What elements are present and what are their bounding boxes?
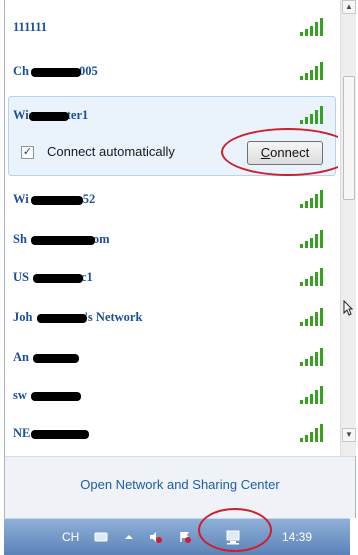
signal-strength-icon <box>300 308 326 326</box>
redaction-mark <box>31 236 95 245</box>
action-center-icon[interactable] <box>178 530 192 544</box>
signal-strength-icon <box>300 62 326 80</box>
signal-strength-icon <box>300 268 326 286</box>
redaction-mark <box>31 430 89 439</box>
mouse-cursor-icon <box>343 300 353 316</box>
signal-strength-icon <box>300 190 326 208</box>
network-item[interactable]: Joh's Network <box>5 298 338 336</box>
input-language-indicator[interactable]: CH <box>62 530 79 544</box>
network-name: sw <box>13 388 27 402</box>
redaction-mark <box>33 354 79 363</box>
redaction-mark <box>29 112 69 121</box>
redaction-mark <box>31 196 83 205</box>
signal-strength-icon <box>300 386 326 404</box>
network-name: An <box>13 350 29 364</box>
scroll-up-arrow-icon[interactable]: ▲ <box>342 0 356 14</box>
taskbar: CH 14:39 <box>4 518 350 555</box>
show-hidden-icons-icon[interactable] <box>122 530 136 544</box>
network-name: 111111 <box>13 20 48 34</box>
redaction-mark <box>37 314 87 323</box>
redaction-mark <box>33 274 83 283</box>
signal-strength-icon <box>300 18 326 36</box>
network-item[interactable]: NE <box>5 414 338 452</box>
network-item[interactable]: sw <box>5 376 338 414</box>
volume-muted-icon[interactable] <box>148 530 162 544</box>
keyboard-icon[interactable] <box>94 530 108 544</box>
network-item[interactable]: Wi 52 <box>5 180 338 218</box>
clock[interactable]: 14:39 <box>282 530 312 544</box>
network-item[interactable]: Ch 005 <box>5 52 338 90</box>
redaction-mark <box>31 68 81 77</box>
auto-connect-checkbox[interactable]: ✓ <box>21 146 34 159</box>
network-list: 111111 Ch 005 Wi ter1 ✓ Connect automatica… <box>5 0 338 456</box>
signal-strength-icon <box>300 424 326 442</box>
network-name: NE <box>13 426 31 440</box>
auto-connect-label: Connect automatically <box>47 144 175 159</box>
redaction-mark <box>31 392 81 401</box>
signal-strength-icon <box>300 348 326 366</box>
signal-strength-icon <box>300 230 326 248</box>
scroll-down-arrow-icon[interactable]: ▼ <box>342 428 356 442</box>
network-item[interactable]: An <box>5 338 338 376</box>
network-item[interactable]: 111111 <box>5 8 338 46</box>
network-popup: 111111 Ch 005 Wi ter1 ✓ Connect automatica… <box>4 0 356 518</box>
scrollbar[interactable]: ▲ ▼ <box>340 0 356 456</box>
signal-strength-icon <box>300 106 326 124</box>
highlight-circle <box>198 508 272 552</box>
open-network-sharing-center-link[interactable]: Open Network and Sharing Center <box>5 477 355 492</box>
network-item[interactable]: Sh om <box>5 220 338 258</box>
footer: Open Network and Sharing Center <box>5 456 355 518</box>
network-item[interactable]: US c1 <box>5 258 338 296</box>
scroll-thumb[interactable] <box>343 76 355 200</box>
